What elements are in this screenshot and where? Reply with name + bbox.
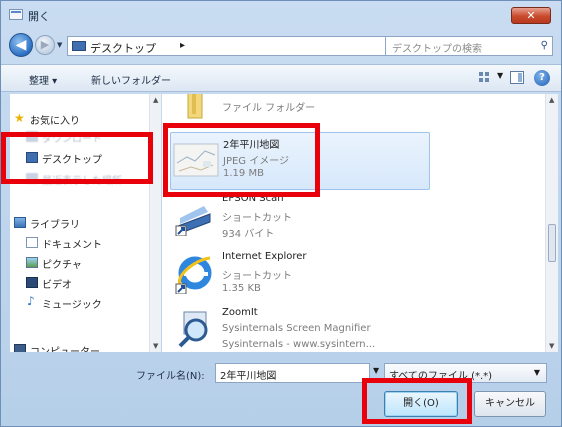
open-file-dialog: 開く ✕ ◀ ▶ ▼ デスクトップ ▸ ▼ ↻ デスクトップの検索 ⚲ 整理 ▾… [0,0,562,427]
zoomit-icon [178,311,208,348]
view-dropdown-icon[interactable]: ▼ [497,71,503,80]
search-placeholder: デスクトップの検索 [392,44,482,55]
window-title: 開く [28,10,50,23]
chevron-down-icon: ▼ [533,368,540,377]
star-icon: ★ [14,111,25,125]
close-button[interactable]: ✕ [511,7,551,24]
sidebar-item-libraries[interactable]: ライブラリ [10,214,150,232]
highlight-box-desktop [1,132,153,184]
highlight-box-selected-file [163,123,320,197]
sidebar-item-videos[interactable]: ビデオ [10,274,150,292]
forward-button[interactable]: ▶ [35,35,55,55]
scroll-up-icon[interactable]: ▲ [549,96,554,104]
scrollbar-thumb[interactable] [548,224,556,262]
filename-label: ファイル名(N): [136,371,205,382]
scroll-down-icon[interactable]: ▼ [153,342,158,350]
music-icon: ♪ [27,294,35,308]
sidebar-item-label: ドキュメント [42,240,102,251]
sidebar-item-label: ミュージック [42,300,102,311]
filename-dropdown-icon[interactable]: ▼ [373,366,379,375]
cancel-button[interactable]: キャンセル [474,391,546,417]
preview-pane-icon[interactable] [510,71,524,84]
file-type: ファイル フォルダー [222,103,316,114]
back-arrow-icon: ◀ [15,37,27,53]
title-bar: 開く ✕ [1,1,561,29]
internet-explorer-icon [175,256,212,294]
file-size: 934 バイト [222,229,275,240]
file-name: ZoomIt [222,307,258,318]
window-icon [9,9,23,20]
pictures-icon [26,257,38,268]
back-button[interactable]: ◀ [9,33,33,57]
desktop-icon [72,41,86,51]
new-folder-button[interactable]: 新しいフォルダー [91,72,171,87]
file-type: Sysinternals Screen Magnifier [222,323,371,334]
recent-pages-dropdown[interactable]: ▼ [57,41,62,49]
help-icon[interactable]: ? [534,70,550,86]
sidebar-item-music[interactable]: ♪ ミュージック [10,294,150,312]
command-toolbar: 整理 ▾ 新しいフォルダー ▼ ? [1,64,561,92]
sidebar-item-label: コンピューター [30,343,100,352]
sidebar-item-favorites[interactable]: ★ お気に入り [10,110,150,128]
highlight-box-open-button [362,378,472,424]
list-item[interactable]: Internet Explorer ショートカット 1.35 KB [170,248,430,306]
sidebar-item-computer[interactable]: コンピューター [10,341,150,352]
list-item[interactable]: EPSON Scan ショートカット 934 バイト [170,190,430,248]
sidebar-item-label: お気に入り [30,116,80,127]
filename-value: 2年平川地図 [220,371,277,382]
scroll-up-icon[interactable]: ▲ [153,96,158,104]
scanner-shortcut-icon [175,206,211,236]
file-name: Internet Explorer [222,251,307,262]
videos-icon [26,277,38,288]
file-type: ショートカット [222,213,292,224]
list-item[interactable]: ZoomIt Sysinternals Screen Magnifier Sys… [170,304,430,352]
sidebar-item-documents[interactable]: ドキュメント [10,234,150,252]
sidebar-item-pictures[interactable]: ピクチャ [10,254,150,272]
address-bar[interactable]: デスクトップ ▸ ▼ ↻ [67,36,434,56]
file-size: Sysinternals - www.sysintern... [222,339,376,350]
folder-icon [187,94,203,119]
forward-arrow-icon: ▶ [40,38,50,51]
sidebar-item-label: ビデオ [42,280,72,291]
address-row: ◀ ▶ ▼ デスクトップ ▸ ▼ ↻ デスクトップの検索 ⚲ [1,31,561,61]
organize-button[interactable]: 整理 ▾ [29,72,57,87]
breadcrumb-chevron-icon[interactable]: ▸ [180,40,185,51]
change-view-icon[interactable] [479,72,493,84]
search-input[interactable]: デスクトップの検索 ⚲ [385,36,553,56]
documents-icon [26,237,38,248]
computer-icon [14,344,26,352]
search-icon[interactable]: ⚲ [541,40,548,51]
file-list-scrollbar[interactable]: ▲ ▼ [545,94,558,352]
filename-input[interactable]: 2年平川地図 [215,363,370,383]
breadcrumb-desktop[interactable]: デスクトップ [90,40,156,56]
scroll-down-icon[interactable]: ▼ [549,342,554,350]
sidebar-item-label: ライブラリ [30,220,80,231]
library-icon [14,217,26,228]
file-size: 1.35 KB [222,283,261,294]
file-type: ショートカット [222,271,292,282]
sidebar-item-label: ピクチャ [42,260,82,271]
